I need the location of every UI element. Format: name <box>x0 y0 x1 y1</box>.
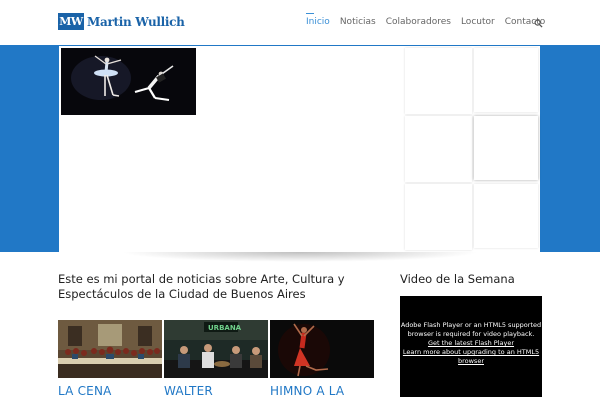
nav-item-noticias[interactable]: Noticias <box>340 17 376 27</box>
search-icon[interactable] <box>534 19 543 28</box>
ballet-dancers-image <box>61 48 196 115</box>
slider-tile <box>405 48 472 114</box>
page: MW Martin Wullich Inicio Noticias Colabo… <box>0 0 600 400</box>
site-logo[interactable]: MW Martin Wullich <box>58 13 185 30</box>
nav-item-inicio[interactable]: Inicio <box>306 13 330 27</box>
news-card[interactable]: URBANA WALTER <box>164 320 268 398</box>
slide-image-ballet[interactable] <box>61 48 196 115</box>
slider-tile <box>474 184 538 248</box>
news-card[interactable]: HIMNO A LA <box>270 320 374 398</box>
news-card[interactable]: LA CENA <box>58 320 162 398</box>
video-section-title: Video de la Semana <box>400 272 515 286</box>
news-image-last-supper[interactable] <box>58 320 162 378</box>
svg-text:URBANA: URBANA <box>208 324 242 332</box>
video-player[interactable]: Adobe Flash Player or an HTML5 supported… <box>400 296 542 397</box>
main-nav: Inicio Noticias Colaboradores Locutor Co… <box>306 13 545 27</box>
news-image-himno[interactable] <box>270 320 374 378</box>
video-message-line1: Adobe Flash Player or an HTML5 supported <box>400 321 542 329</box>
logo-mark: MW <box>58 13 84 30</box>
video-message-line2: browser is required for video playback. <box>407 330 535 338</box>
news-image-walter[interactable]: URBANA <box>164 320 268 378</box>
html5-upgrade-link-line1[interactable]: Learn more about upgrading to an HTML5 <box>400 348 542 357</box>
news-title-la-cena[interactable]: LA CENA <box>58 384 162 398</box>
nav-item-locutor[interactable]: Locutor <box>461 17 495 27</box>
intro-text: Este es mi portal de noticias sobre Arte… <box>58 272 345 301</box>
slider-tile <box>474 48 538 112</box>
site-header: MW Martin Wullich Inicio Noticias Colabo… <box>0 0 600 45</box>
nav-item-colaboradores[interactable]: Colaboradores <box>386 17 451 27</box>
news-title-himno[interactable]: HIMNO A LA <box>270 384 374 398</box>
slider-tile <box>405 116 472 182</box>
flash-player-link[interactable]: Get the latest Flash Player <box>400 339 542 348</box>
html5-upgrade-link-line2[interactable]: browser <box>400 357 542 366</box>
slider-tile[interactable] <box>474 116 538 180</box>
news-title-walter[interactable]: WALTER <box>164 384 268 398</box>
slider-tile <box>405 184 472 250</box>
slider-shadow <box>120 252 480 262</box>
logo-text: Martin Wullich <box>87 14 185 29</box>
